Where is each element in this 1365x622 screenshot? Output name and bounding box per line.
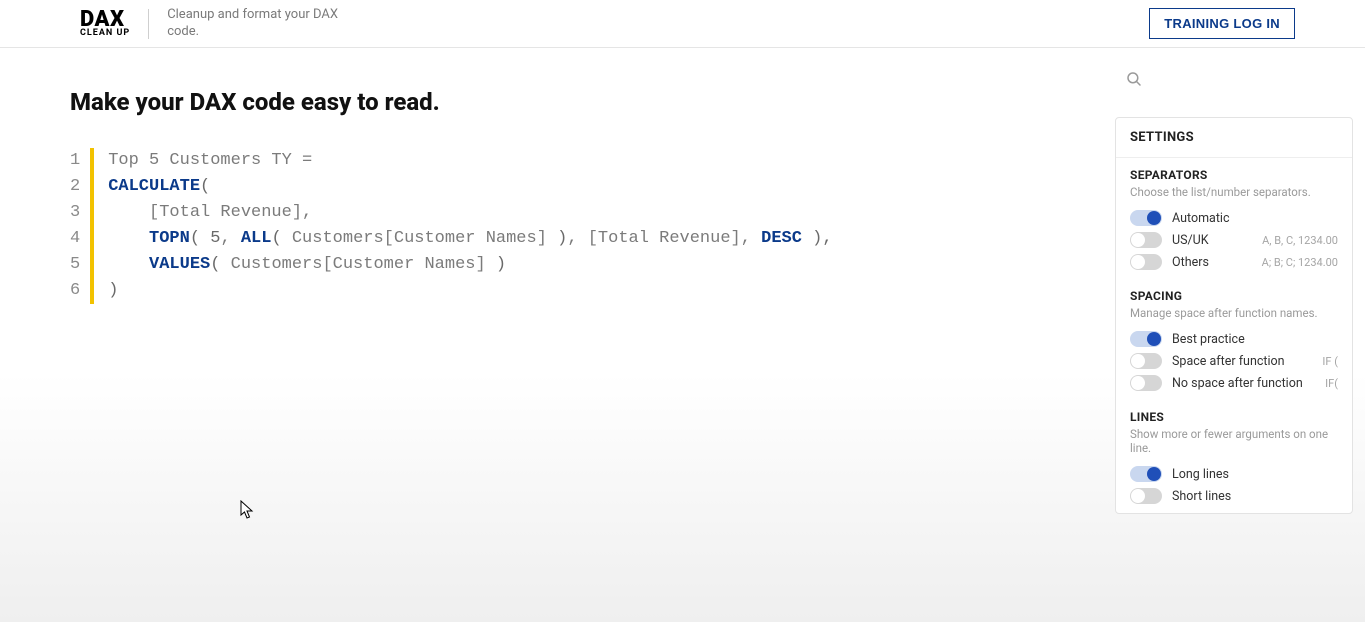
section-title: LINES [1130, 410, 1338, 424]
search-icon[interactable] [1125, 70, 1353, 93]
option-label: Automatic [1172, 211, 1230, 226]
code-token [108, 255, 149, 274]
section-title: SPACING [1130, 289, 1338, 303]
header-left: DAX CLEAN UP Cleanup and format your DAX… [80, 7, 367, 40]
code-line[interactable]: CALCULATE( [108, 174, 832, 200]
code-token: ), [812, 229, 832, 248]
code-token: ALL [241, 229, 272, 248]
option-label: Others [1172, 255, 1209, 270]
line-number: 5 [70, 252, 80, 278]
option-hint: A, B, C, 1234.00 [1262, 234, 1338, 247]
code-line[interactable]: [Total Revenue], [108, 200, 832, 226]
line-number: 1 [70, 148, 80, 174]
code-token [802, 229, 812, 248]
toggle-knob [1147, 332, 1161, 346]
toggle[interactable] [1130, 232, 1162, 248]
toggle[interactable] [1130, 331, 1162, 347]
code-token: Customers[Customer Names] [292, 229, 557, 248]
option-hint: IF( [1325, 377, 1338, 390]
option-hint: A; B; C; 1234.00 [1262, 256, 1338, 269]
toggle-knob [1147, 211, 1161, 225]
code-token: 5 [210, 229, 220, 248]
toggle[interactable] [1130, 210, 1162, 226]
code-token: , [220, 229, 240, 248]
toggle[interactable] [1130, 466, 1162, 482]
toggle-knob [1131, 354, 1145, 368]
code-line[interactable]: TOPN( 5, ALL( Customers[Customer Names] … [108, 226, 832, 252]
code-token: ) [557, 229, 567, 248]
code-token: [Total Revenue], [149, 203, 312, 222]
settings-option: Others A; B; C; 1234.00 [1130, 251, 1338, 273]
toggle-knob [1147, 467, 1161, 481]
logo[interactable]: DAX CLEAN UP [80, 9, 130, 38]
code-token: ) [496, 255, 506, 274]
settings-section: SEPARATORS Choose the list/number separat… [1116, 158, 1352, 279]
main: Make your DAX code easy to read. 123456 … [0, 48, 1365, 622]
logo-sub: CLEAN UP [80, 29, 130, 38]
code-line[interactable]: ) [108, 278, 832, 304]
code-token: Top 5 Customers TY = [108, 151, 312, 170]
editor-accent-bar [90, 148, 94, 304]
code-token: DESC [761, 229, 802, 248]
option-label: Best practice [1172, 332, 1245, 347]
code-token [108, 229, 149, 248]
option-label: US/UK [1172, 233, 1209, 248]
settings-panel: SETTINGS SEPARATORS Choose the list/numbe… [1115, 117, 1353, 514]
settings-option: Best practice [1130, 328, 1338, 350]
option-label: Long lines [1172, 467, 1229, 482]
settings-option: Short lines [1130, 485, 1338, 507]
line-number: 6 [70, 278, 80, 304]
option-hint: IF ( [1322, 355, 1338, 368]
toggle-knob [1131, 255, 1145, 269]
line-number: 2 [70, 174, 80, 200]
page-title: Make your DAX code easy to read. [70, 88, 1115, 116]
training-login-button[interactable]: TRAINING LOG IN [1149, 8, 1295, 39]
toggle[interactable] [1130, 353, 1162, 369]
toggle[interactable] [1130, 488, 1162, 504]
section-description: Choose the list/number separators. [1130, 185, 1338, 199]
option-label: Short lines [1172, 489, 1231, 504]
line-number: 4 [70, 226, 80, 252]
code-token: CALCULATE [108, 177, 200, 196]
code-line[interactable]: VALUES( Customers[Customer Names] ) [108, 252, 832, 278]
toggle[interactable] [1130, 375, 1162, 391]
code-area[interactable]: Top 5 Customers TY =CALCULATE( [Total Re… [108, 148, 832, 304]
toggle-knob [1131, 489, 1145, 503]
left-column: Make your DAX code easy to read. 123456 … [70, 48, 1115, 622]
code-token: VALUES [149, 255, 210, 274]
code-token: ( [200, 177, 210, 196]
code-token: Customers[Customer Names] [231, 255, 496, 274]
right-column: SETTINGS SEPARATORS Choose the list/numbe… [1115, 48, 1365, 622]
toggle[interactable] [1130, 254, 1162, 270]
code-editor[interactable]: 123456 Top 5 Customers TY =CALCULATE( [T… [70, 148, 1115, 304]
logo-divider [148, 9, 149, 39]
settings-section: LINES Show more or fewer arguments on one… [1116, 400, 1352, 513]
section-title: SEPARATORS [1130, 168, 1338, 182]
code-line[interactable]: Top 5 Customers TY = [108, 148, 832, 174]
settings-header: SETTINGS [1116, 118, 1352, 158]
code-token: , [Total Revenue], [567, 229, 761, 248]
toggle-knob [1131, 233, 1145, 247]
line-gutter: 123456 [70, 148, 90, 304]
settings-option: No space after function IF( [1130, 372, 1338, 394]
tagline: Cleanup and format your DAX code. [167, 7, 367, 40]
code-token: ( [271, 229, 291, 248]
code-token: ( [190, 229, 210, 248]
settings-option: Space after function IF ( [1130, 350, 1338, 372]
option-label: No space after function [1172, 376, 1303, 391]
code-token: TOPN [149, 229, 190, 248]
settings-option: Automatic [1130, 207, 1338, 229]
settings-section: SPACING Manage space after function names… [1116, 279, 1352, 400]
settings-option: Long lines [1130, 463, 1338, 485]
line-number: 3 [70, 200, 80, 226]
header: DAX CLEAN UP Cleanup and format your DAX… [0, 0, 1365, 48]
section-description: Show more or fewer arguments on one line… [1130, 427, 1338, 455]
section-description: Manage space after function names. [1130, 306, 1338, 320]
toggle-knob [1131, 376, 1145, 390]
settings-option: US/UK A, B, C, 1234.00 [1130, 229, 1338, 251]
code-token [108, 203, 149, 222]
code-token: ) [108, 281, 118, 300]
code-token: ( [210, 255, 230, 274]
option-label: Space after function [1172, 354, 1285, 369]
